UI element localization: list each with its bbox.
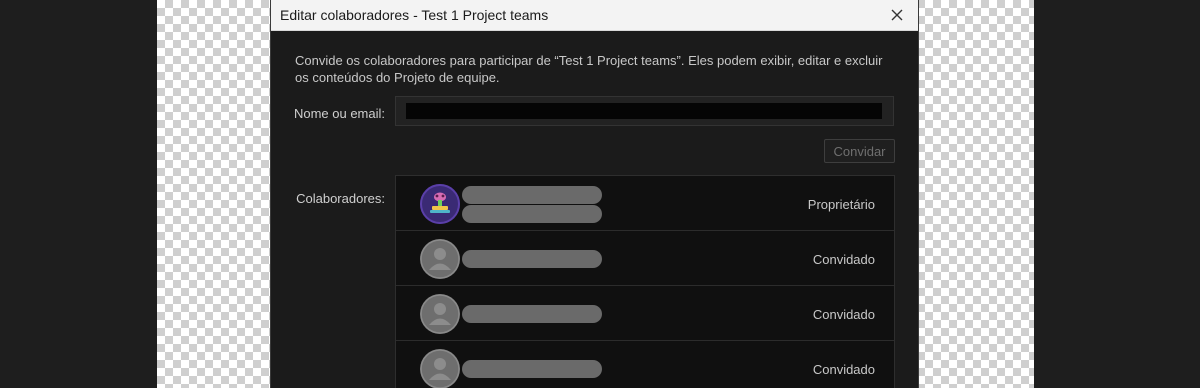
collaborator-role: Convidado	[812, 252, 875, 267]
collaborator-row[interactable]: Proprietário	[396, 176, 894, 231]
default-user-avatar	[420, 349, 460, 388]
dialog-title: Editar colaboradores - Test 1 Project te…	[280, 7, 549, 23]
name-email-input[interactable]	[406, 103, 882, 119]
close-icon[interactable]	[888, 6, 906, 24]
redacted-name	[462, 305, 602, 323]
user-silhouette-icon	[420, 349, 460, 388]
dialog-titlebar: Editar colaboradores - Test 1 Project te…	[271, 0, 918, 31]
redacted-email	[462, 205, 602, 223]
owner-avatar	[420, 184, 460, 224]
collaborator-row[interactable]: Convidado	[396, 341, 894, 388]
mascot-icon	[420, 184, 460, 224]
collaborator-row[interactable]: Convidado	[396, 286, 894, 341]
redacted-name	[462, 186, 602, 204]
edit-collaborators-dialog: Editar colaboradores - Test 1 Project te…	[271, 0, 918, 388]
collaborator-role: Convidado	[812, 307, 875, 322]
collaborator-role: Proprietário	[807, 197, 875, 212]
collaborator-role: Convidado	[812, 362, 875, 377]
collaborators-label: Colaboradores:	[296, 191, 385, 206]
invite-button[interactable]: Convidar	[824, 139, 895, 163]
collaborators-list: Proprietário Convidado Convidado Convida…	[395, 175, 895, 388]
user-silhouette-icon	[420, 239, 460, 279]
user-silhouette-icon	[420, 294, 460, 334]
dialog-description: Convide os colaboradores para participar…	[295, 53, 883, 85]
default-user-avatar	[420, 294, 460, 334]
redacted-name	[462, 250, 602, 268]
redacted-name	[462, 360, 602, 378]
name-email-label: Nome ou email:	[293, 106, 385, 121]
collaborator-row[interactable]: Convidado	[396, 231, 894, 286]
name-email-field-wrapper	[395, 96, 894, 126]
default-user-avatar	[420, 239, 460, 279]
